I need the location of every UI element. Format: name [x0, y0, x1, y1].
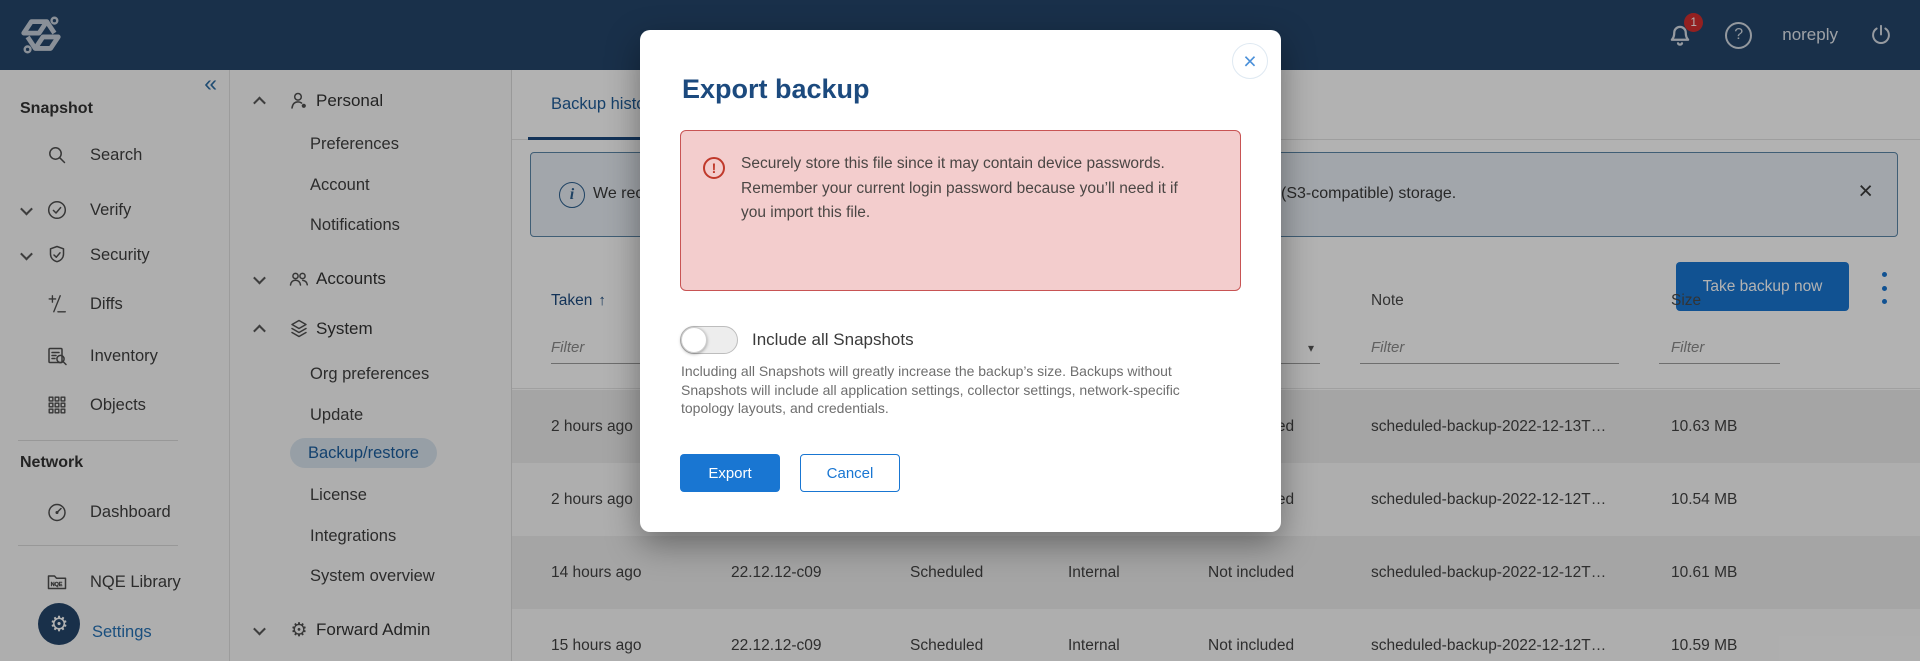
cancel-button[interactable]: Cancel [800, 454, 900, 492]
alert-exclamation-icon: ! [703, 157, 725, 179]
toggle-description: Including all Snapshots will greatly inc… [681, 363, 1180, 416]
modal-title: Export backup [682, 74, 870, 104]
modal-close-icon[interactable]: × [1232, 43, 1268, 79]
export-button[interactable]: Export [680, 454, 780, 492]
alert-text: Securely store this file since it may co… [741, 152, 1186, 226]
export-backup-modal: × Export backup ! Securely store this fi… [640, 30, 1281, 532]
alert-line-2: Remember your current login password bec… [741, 179, 1178, 222]
alert-line-1: Securely store this file since it may co… [741, 155, 1165, 172]
include-all-snapshots-toggle[interactable] [680, 326, 738, 354]
app-window: 1 ? noreply « Snapshot Search Verify Sec… [0, 0, 1920, 661]
toggle-knob [681, 327, 707, 353]
toggle-label: Include all Snapshots [752, 330, 914, 349]
warning-alert: ! Securely store this file since it may … [680, 130, 1241, 291]
